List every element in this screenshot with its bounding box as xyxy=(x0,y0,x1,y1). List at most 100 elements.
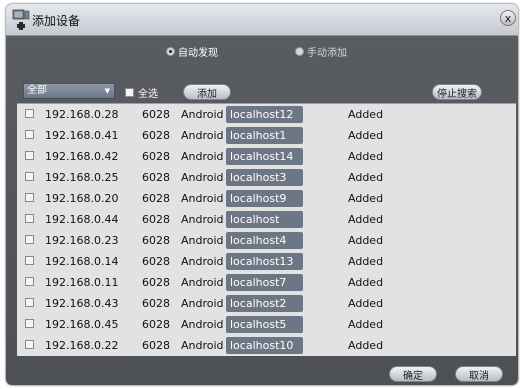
discovery-mode: 自动发现 手动添加 xyxy=(6,44,518,59)
dialog-footer: 确定 取消 xyxy=(6,366,518,382)
device-row[interactable]: 192.168.0.20 6028 Android localhost9 Added xyxy=(17,188,516,209)
device-status: Added xyxy=(348,297,384,310)
auto-discover-label: 自动发现 xyxy=(178,48,218,59)
device-row[interactable]: 192.168.0.42 6028 Android localhost14 Added xyxy=(17,146,516,167)
device-status: Added xyxy=(348,318,384,331)
device-hostname: localhost13 xyxy=(226,253,303,270)
select-all-checkbox[interactable]: 全选 xyxy=(125,85,158,100)
device-os: Android xyxy=(181,255,224,268)
device-hostname: localhost5 xyxy=(226,316,303,333)
device-checkbox[interactable] xyxy=(25,193,34,202)
device-checkbox[interactable] xyxy=(25,151,34,160)
device-hostname: localhost4 xyxy=(226,232,303,249)
device-row[interactable]: 192.168.0.25 6028 Android localhost3 Added xyxy=(17,167,516,188)
device-row[interactable]: 192.168.0.41 6028 Android localhost1 Added xyxy=(17,125,516,146)
device-row[interactable]: 192.168.0.44 6028 Android localhost Added xyxy=(17,209,516,230)
chevron-down-icon: ▼ xyxy=(104,87,110,95)
device-ip: 192.168.0.20 xyxy=(45,192,119,205)
device-port: 6028 xyxy=(142,108,170,121)
device-ip: 192.168.0.23 xyxy=(45,234,119,247)
device-os: Android xyxy=(181,129,224,142)
stop-search-button[interactable]: 停止搜索 xyxy=(432,84,482,100)
device-status: Added xyxy=(348,171,384,184)
device-port: 6028 xyxy=(142,318,170,331)
device-checkbox[interactable] xyxy=(25,235,34,244)
device-ip: 192.168.0.43 xyxy=(45,297,119,310)
device-hostname: localhost9 xyxy=(226,190,303,207)
device-checkbox[interactable] xyxy=(25,130,34,139)
ok-button[interactable]: 确定 xyxy=(389,366,437,382)
auto-discover-option[interactable]: 自动发现 xyxy=(166,44,218,59)
manual-add-label: 手动添加 xyxy=(307,48,347,59)
device-os: Android xyxy=(181,171,224,184)
device-status: Added xyxy=(348,255,384,268)
device-port: 6028 xyxy=(142,129,170,142)
device-hostname: localhost1 xyxy=(226,127,303,144)
device-status: Added xyxy=(348,192,384,205)
device-checkbox[interactable] xyxy=(25,256,34,265)
device-status: Added xyxy=(348,339,384,352)
add-button[interactable]: 添加 xyxy=(183,84,231,100)
device-os: Android xyxy=(181,276,224,289)
device-os: Android xyxy=(181,234,224,247)
device-port: 6028 xyxy=(142,234,170,247)
device-row[interactable]: 192.168.0.43 6028 Android localhost2 Added xyxy=(17,293,516,314)
device-port: 6028 xyxy=(142,339,170,352)
device-port: 6028 xyxy=(142,276,170,289)
device-hostname: localhost14 xyxy=(226,148,303,165)
device-checkbox[interactable] xyxy=(25,172,34,181)
device-hostname: localhost10 xyxy=(226,337,303,354)
device-checkbox[interactable] xyxy=(25,109,34,118)
device-hostname: localhost xyxy=(226,211,303,228)
dialog-title: 添加设备 xyxy=(32,14,81,28)
device-row[interactable]: 192.168.0.11 6028 Android localhost7 Added xyxy=(17,272,516,293)
filter-select[interactable]: 全部 ▼ xyxy=(23,83,115,99)
select-all-box[interactable] xyxy=(125,88,134,97)
device-ip: 192.168.0.41 xyxy=(45,129,119,142)
device-ip: 192.168.0.45 xyxy=(45,318,119,331)
device-hostname: localhost7 xyxy=(226,274,303,291)
manual-add-radio[interactable] xyxy=(295,47,304,56)
select-all-label: 全选 xyxy=(138,89,158,100)
device-row[interactable]: 192.168.0.23 6028 Android localhost4 Added xyxy=(17,230,516,251)
device-ip: 192.168.0.28 xyxy=(45,108,119,121)
add-device-dialog: 添加设备 x 自动发现 手动添加 全部 ▼ 全选 添加 停止搜索 192.168… xyxy=(6,4,518,385)
device-ip: 192.168.0.22 xyxy=(45,339,119,352)
device-checkbox[interactable] xyxy=(25,277,34,286)
device-ip: 192.168.0.11 xyxy=(45,276,119,289)
device-status: Added xyxy=(348,234,384,247)
device-hostname: localhost12 xyxy=(226,106,303,123)
device-os: Android xyxy=(181,192,224,205)
device-status: Added xyxy=(348,150,384,163)
device-os: Android xyxy=(181,108,224,121)
close-icon: x xyxy=(504,11,512,25)
device-status: Added xyxy=(348,108,384,121)
device-row[interactable]: 192.168.0.28 6028 Android localhost12 Added xyxy=(17,104,516,125)
device-checkbox[interactable] xyxy=(25,214,34,223)
manual-add-option[interactable]: 手动添加 xyxy=(295,44,347,59)
device-row[interactable]: 192.168.0.22 6028 Android localhost10 Added xyxy=(17,335,516,356)
device-checkbox[interactable] xyxy=(25,298,34,307)
device-checkbox[interactable] xyxy=(25,340,34,349)
device-checkbox[interactable] xyxy=(25,319,34,328)
filter-value: 全部 xyxy=(27,85,47,96)
auto-discover-radio[interactable] xyxy=(166,47,175,56)
device-os: Android xyxy=(181,213,224,226)
device-status: Added xyxy=(348,213,384,226)
device-hostname: localhost3 xyxy=(226,169,303,186)
device-status: Added xyxy=(348,276,384,289)
device-status: Added xyxy=(348,129,384,142)
title-bar: 添加设备 x xyxy=(6,4,518,36)
device-ip: 192.168.0.14 xyxy=(45,255,119,268)
toolbar: 全部 ▼ 全选 添加 停止搜索 xyxy=(6,83,518,101)
device-row[interactable]: 192.168.0.14 6028 Android localhost13 Added xyxy=(17,251,516,272)
device-list[interactable]: 192.168.0.28 6028 Android localhost12 Added 1… xyxy=(17,103,516,356)
device-port: 6028 xyxy=(142,297,170,310)
device-port: 6028 xyxy=(142,192,170,205)
device-os: Android xyxy=(181,339,224,352)
cancel-button[interactable]: 取消 xyxy=(455,366,503,382)
device-os: Android xyxy=(181,318,224,331)
device-port: 6028 xyxy=(142,171,170,184)
device-row[interactable]: 192.168.0.45 6028 Android localhost5 Added xyxy=(17,314,516,335)
close-button[interactable]: x xyxy=(500,10,516,26)
